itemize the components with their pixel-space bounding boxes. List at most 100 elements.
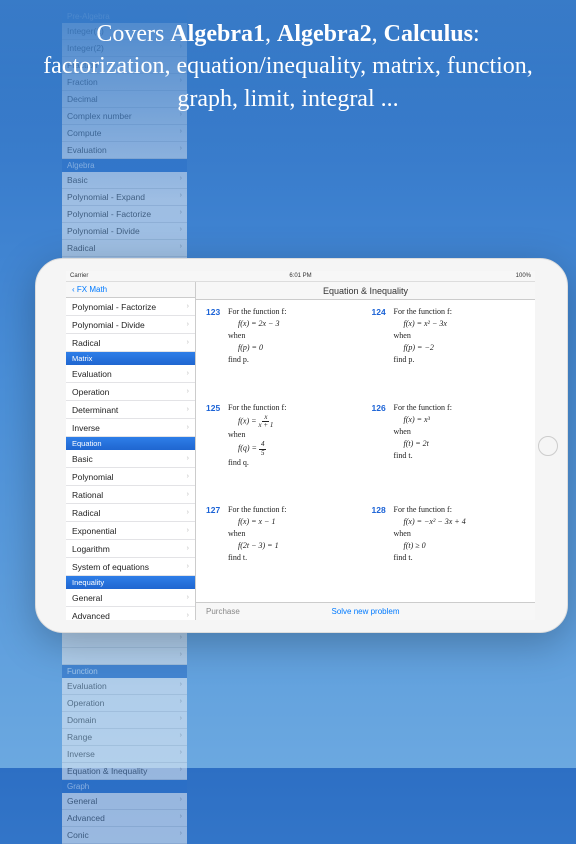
problem-when: when [228, 429, 360, 441]
problem-intro: For the function f: [394, 402, 526, 414]
problem-find: find p. [228, 354, 360, 366]
sidebar-item-label: Rational [72, 490, 103, 500]
sidebar-section-header: Equation [66, 437, 195, 450]
problem-equation: f(x) = x − 1 [228, 516, 360, 528]
sidebar-item[interactable]: Operation› [66, 383, 195, 401]
problem-intro: For the function f: [228, 504, 360, 516]
sidebar-item[interactable]: Evaluation › [66, 365, 195, 383]
problem-equation: f(x) = 2x − 3 [228, 318, 360, 330]
sidebar-item-label: Polynomial - Factorize [72, 302, 156, 312]
problem-intro: For the function f: [394, 306, 526, 318]
chevron-right-icon: › [187, 612, 189, 619]
status-bar: Carrier 6:01 PM 100% [66, 271, 535, 282]
sidebar-item-label: Radical [72, 338, 100, 348]
chevron-right-icon: › [187, 491, 189, 498]
problem-find: find t. [394, 552, 526, 564]
sidebar-item-label: System of equations [72, 562, 149, 572]
problem-number: 128 [372, 504, 394, 596]
chevron-right-icon: › [187, 545, 189, 552]
problem-condition: f(p) = 0 [228, 342, 360, 354]
content-title: Equation & Inequality [196, 282, 535, 300]
chevron-right-icon: › [187, 388, 189, 395]
nav-back-button[interactable]: ‹ FX Math [66, 282, 195, 298]
problem-equation: f(x) = xx + 1 [228, 414, 360, 430]
problem-condition: f(t) = 2t [394, 438, 526, 450]
sidebar-item[interactable]: Polynomial - Divide› [66, 316, 195, 334]
chevron-right-icon: › [187, 455, 189, 462]
sidebar-item[interactable]: Inverse › [66, 419, 195, 437]
sidebar-item[interactable]: Exponential › [66, 522, 195, 540]
sidebar-item[interactable]: Advanced › [66, 607, 195, 620]
sidebar-item-label: Basic [72, 454, 93, 464]
content-pane: Equation & Inequality 123For the functio… [196, 282, 535, 620]
sidebar-list: Polynomial - Factorize›Polynomial - Divi… [66, 298, 195, 620]
problem-grid: 123For the function f:f(x) = 2x − 3whenf… [196, 300, 535, 602]
problem-when: when [228, 330, 360, 342]
problem-number: 125 [206, 402, 228, 501]
problem-intro: For the function f: [394, 504, 526, 516]
clock-label: 6:01 PM [289, 273, 311, 279]
problem-item[interactable]: 127For the function f:f(x) = x − 1whenf(… [206, 504, 360, 596]
sidebar-item[interactable]: System of equations› [66, 558, 195, 576]
problem-find: find t. [394, 450, 526, 462]
sidebar-section-header: Inequality [66, 576, 195, 589]
sidebar-item-label: Evaluation [72, 369, 112, 379]
problem-number: 127 [206, 504, 228, 596]
problem-equation: f(x) = x³ [394, 414, 526, 426]
problem-condition: f(q) = 45 [228, 441, 360, 457]
sidebar-item-label: General [72, 593, 102, 603]
chevron-right-icon: › [187, 509, 189, 516]
problem-when: when [394, 330, 526, 342]
sidebar: ‹ FX Math Polynomial - Factorize›Polynom… [66, 282, 196, 620]
problem-when: when [394, 426, 526, 438]
problem-number: 124 [372, 306, 394, 398]
chevron-right-icon: › [187, 473, 189, 480]
problem-item[interactable]: 123For the function f:f(x) = 2x − 3whenf… [206, 306, 360, 398]
sidebar-item[interactable]: Determinant › [66, 401, 195, 419]
sidebar-item[interactable]: Radical › [66, 334, 195, 352]
problem-number: 126 [372, 402, 394, 501]
chevron-right-icon: › [187, 406, 189, 413]
sidebar-item-label: Logarithm [72, 544, 110, 554]
sidebar-item[interactable]: Basic › [66, 450, 195, 468]
chevron-right-icon: › [187, 527, 189, 534]
problem-condition: f(t) ≥ 0 [394, 540, 526, 552]
marketing-headline: Covers Algebra1, Algebra2, Calculus: fac… [0, 0, 576, 115]
problem-condition: f(p) = −2 [394, 342, 526, 354]
chevron-right-icon: › [187, 339, 189, 346]
sidebar-item[interactable]: Rational › [66, 486, 195, 504]
sidebar-item[interactable]: Radical› [66, 504, 195, 522]
purchase-button[interactable]: Purchase [206, 607, 240, 616]
sidebar-item-label: Advanced [72, 611, 110, 621]
sidebar-item[interactable]: Logarithm › [66, 540, 195, 558]
home-button-icon [538, 436, 558, 456]
problem-item[interactable]: 125For the function f:f(x) = xx + 1whenf… [206, 402, 360, 501]
sidebar-item-label: Determinant [72, 405, 118, 415]
ipad-device-frame: Carrier 6:01 PM 100% ‹ FX Math Polynomia… [35, 258, 568, 633]
problem-intro: For the function f: [228, 402, 360, 414]
ipad-screen: Carrier 6:01 PM 100% ‹ FX Math Polynomia… [66, 271, 535, 620]
problem-equation: f(x) = x² − 3x [394, 318, 526, 330]
nav-back-label: FX Math [77, 285, 107, 294]
carrier-label: Carrier [70, 273, 88, 279]
sidebar-item[interactable]: Polynomial› [66, 468, 195, 486]
sidebar-item-label: Exponential [72, 526, 116, 536]
problem-find: find t. [228, 552, 360, 564]
chevron-right-icon: › [187, 594, 189, 601]
problem-item[interactable]: 124For the function f:f(x) = x² − 3xwhen… [372, 306, 526, 398]
sidebar-item[interactable]: General › [66, 589, 195, 607]
problem-condition: f(2t − 3) = 1 [228, 540, 360, 552]
problem-when: when [228, 528, 360, 540]
problem-item[interactable]: 128For the function f:f(x) = −x² − 3x + … [372, 504, 526, 596]
chevron-right-icon: › [187, 370, 189, 377]
sidebar-item[interactable]: Polynomial - Factorize› [66, 298, 195, 316]
chevron-right-icon: › [187, 424, 189, 431]
problem-find: find q. [228, 457, 360, 469]
solve-new-problem-button[interactable]: Solve new problem [331, 607, 399, 616]
chevron-right-icon: › [187, 321, 189, 328]
sidebar-item-label: Inverse [72, 423, 100, 433]
problem-when: when [394, 528, 526, 540]
problem-find: find p. [394, 354, 526, 366]
sidebar-section-header: Matrix [66, 352, 195, 365]
problem-item[interactable]: 126For the function f:f(x) = x³whenf(t) … [372, 402, 526, 501]
